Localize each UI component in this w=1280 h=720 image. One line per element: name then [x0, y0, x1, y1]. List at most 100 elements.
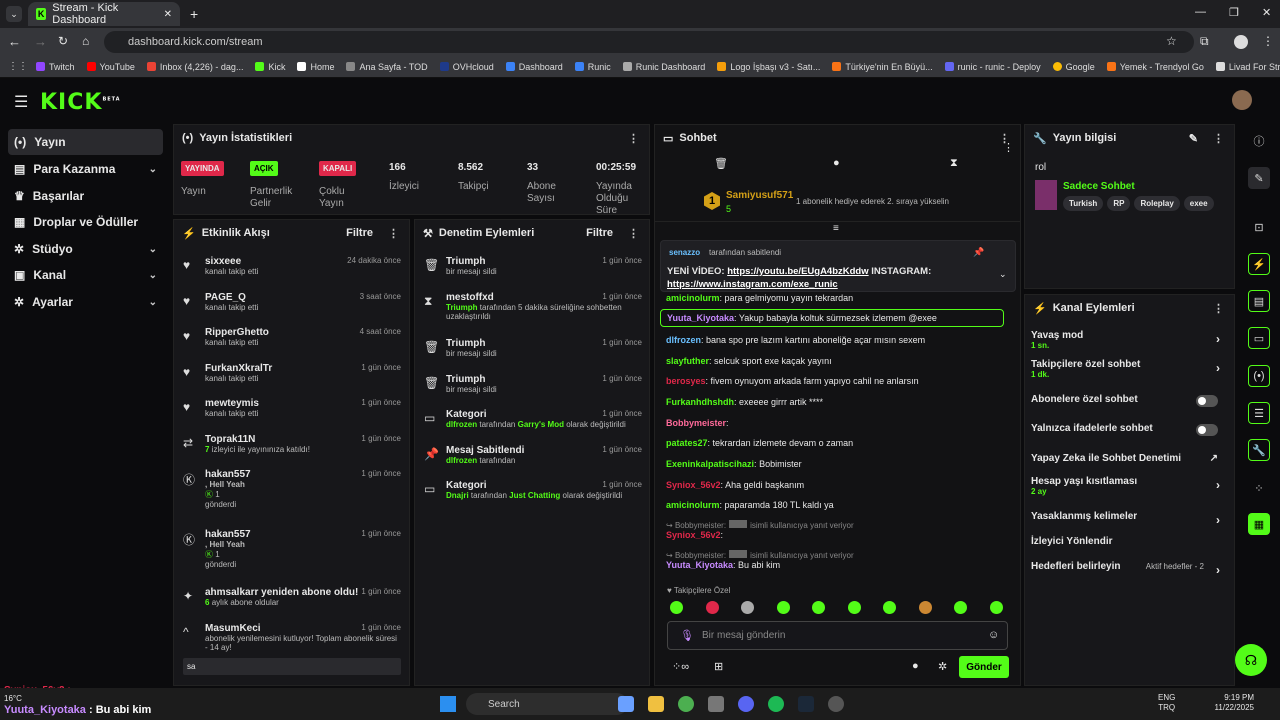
bookmark[interactable]: Türkiye'nin En Büyü...: [832, 62, 933, 72]
chat-bubble-icon[interactable]: ●: [833, 157, 840, 169]
info-icon[interactable]: ⓘ: [1248, 130, 1270, 152]
chat-username[interactable]: Yuuta_Kiyotaka: [666, 560, 733, 570]
more-menu-icon[interactable]: ⋮: [1213, 132, 1224, 145]
more-menu-icon[interactable]: ⋮: [1213, 302, 1224, 315]
chat-message[interactable]: patates27: tekrardan izlemete devam o za…: [666, 438, 853, 448]
nav-item-droplar[interactable]: ▦ Droplar ve Ödüller: [8, 209, 163, 235]
hourglass-icon[interactable]: ⧗: [950, 157, 958, 170]
activity-item[interactable]: ♥ mewteymis 1 gün önce kanalı takip etti: [183, 398, 401, 418]
chat-message[interactable]: amicinolurm: paparamda 180 TL kaldı ya: [666, 500, 834, 510]
pin-icon[interactable]: 📌: [973, 247, 984, 258]
kick-logo[interactable]: KICKBETA: [40, 90, 121, 115]
hamburger-menu-icon[interactable]: ☰: [14, 92, 28, 112]
dots-icon[interactable]: ⁘: [1248, 477, 1270, 499]
moderation-item[interactable]: 🗑 Triumph 1 gün önce bir mesajı sildi: [424, 374, 642, 394]
bookmark[interactable]: Runic Dashboard: [622, 62, 705, 72]
chat-username[interactable]: Bobbymeister: [666, 418, 726, 428]
channel-action-row[interactable]: Hesap yaşı kısıtlaması 2 ay ›: [1031, 476, 1226, 496]
bookmark[interactable]: Logo İşbaşı v3 - Satı...: [717, 62, 820, 72]
points-icon[interactable]: ⁘∞: [672, 660, 689, 673]
emote-icon[interactable]: [847, 601, 861, 614]
reload-icon[interactable]: ↻: [58, 34, 68, 48]
emote-icon[interactable]: [954, 601, 967, 614]
bookmark[interactable]: Yemek - Trendyol Go: [1106, 62, 1204, 72]
category-thumbnail[interactable]: [1035, 180, 1057, 210]
chat-message[interactable]: Exeninkalpatiscihazi: Bobimister: [666, 459, 802, 469]
bookmark[interactable]: Runic: [574, 62, 611, 72]
pinned-link[interactable]: https://youtu.be/EUgA4bzKddw: [727, 266, 868, 277]
layers-icon[interactable]: ☰: [1248, 402, 1270, 424]
chat-username[interactable]: Furkanhdhshdh: [666, 397, 734, 407]
file-explorer-icon[interactable]: [648, 696, 664, 712]
activity-item[interactable]: ♥ PAGE_Q 3 saat önce kanalı takip etti: [183, 292, 401, 312]
moderation-item[interactable]: 📌 Mesaj Sabitlendi 1 gün önce dlfrozen tara…: [424, 445, 642, 465]
pinned-link[interactable]: https://www.instagram.com/exe_runic: [667, 279, 838, 290]
chat-username[interactable]: slayfuther: [666, 356, 709, 366]
gift-icon[interactable]: ⊞: [714, 660, 723, 673]
chat-username[interactable]: amicinolurm: [666, 500, 720, 510]
chat-message[interactable]: Yuuta_Kiyotaka: Yakup babayla koltuk sür…: [660, 309, 1004, 327]
channel-action-row[interactable]: İzleyici Yönlendir: [1031, 536, 1226, 547]
nav-item-kanal[interactable]: ▣ Kanal ⌄: [8, 262, 163, 288]
stream-tag[interactable]: Turkish: [1063, 196, 1104, 211]
moderation-item[interactable]: ▭ Kategori 1 gün önce dlfrozen tarafından G…: [424, 409, 642, 429]
activity-item[interactable]: Ⓚhakan557 1 gün önce, Hell Yeah Ⓚ 1 gönderd…: [183, 469, 401, 509]
copilot-icon[interactable]: [618, 696, 634, 712]
bookmark[interactable]: Dashboard: [505, 62, 563, 72]
moderation-item[interactable]: 🗑 Triumph 1 gün önce bir mesajı sildi: [424, 338, 642, 358]
chevron-down-icon[interactable]: ⌄: [999, 269, 1007, 280]
discord-icon[interactable]: [738, 696, 754, 712]
bookmark[interactable]: Google: [1052, 62, 1095, 72]
send-button[interactable]: Gönder: [959, 656, 1009, 678]
url-field[interactable]: dashboard.kick.com/stream: [104, 31, 1194, 53]
nav-item-yayin[interactable]: (•) Yayın: [8, 129, 163, 155]
moderation-item[interactable]: ⧗ mestoffxd 1 gün önce Triumph tarafından 5…: [424, 292, 642, 321]
nav-item-para-kazanma[interactable]: ▤ Para Kazanma ⌄: [8, 156, 163, 182]
chat-username[interactable]: dlfrozen: [666, 335, 701, 345]
language-indicator[interactable]: ENG TRQ: [1158, 693, 1175, 713]
profile-icon[interactable]: [1234, 35, 1248, 49]
channel-action-row[interactable]: Abonelere özel sohbet: [1031, 394, 1226, 407]
wrench-icon[interactable]: 🔧: [1248, 439, 1270, 461]
channel-action-row[interactable]: Takipçilere özel sohbet 1 dk. ›: [1031, 359, 1226, 379]
tab-list-button[interactable]: ⌄: [6, 6, 22, 22]
bookmark[interactable]: Inbox (4,226) - dag...: [146, 62, 243, 72]
nav-item-studyo[interactable]: ✲ Stüdyo ⌄: [8, 236, 163, 262]
bookmark[interactable]: runic - runic - Deploy: [944, 62, 1041, 72]
activity-item[interactable]: ^ MasumKeci 1 gün önce abonelik yenilemesin…: [183, 623, 401, 675]
filter-button[interactable]: Filtre: [586, 227, 613, 239]
crop-icon[interactable]: ⊡: [1248, 216, 1270, 238]
bookmark[interactable]: Home: [297, 62, 334, 72]
collapse-icon[interactable]: ≡: [833, 223, 839, 234]
bookmark[interactable]: OVHcloud: [439, 62, 494, 72]
maximize-button[interactable]: ❐: [1229, 6, 1239, 19]
chat-username[interactable]: Syniox_56v2: [666, 530, 721, 540]
chat-message[interactable]: slayfuther: selcuk sport exe kaçak yayın…: [666, 356, 832, 366]
spotify-icon[interactable]: [768, 696, 784, 712]
emote-icon[interactable]: [776, 601, 790, 614]
moderation-item[interactable]: 🗑 Triumph 1 gün önce bir mesajı sildi: [424, 256, 642, 276]
minimize-button[interactable]: —: [1195, 6, 1206, 18]
chat-message[interactable]: berosyes: fivem oynuyom arkada farm yapı…: [666, 376, 919, 386]
chat-message[interactable]: ↪ Bobbymeister: isimli kullanıcıya yanıt …: [666, 520, 854, 540]
apps-grid-icon[interactable]: ⋮⋮: [8, 61, 28, 72]
toggle-switch[interactable]: [1196, 424, 1218, 436]
app-icon[interactable]: ▦: [1248, 513, 1270, 535]
edit-pencil-icon[interactable]: ✎: [1189, 132, 1198, 145]
chat-message[interactable]: amicinolurm: para gelmiyomu yayın tekrar…: [666, 293, 853, 303]
bookmark-star-icon[interactable]: ☆: [1166, 34, 1177, 48]
emote-icon[interactable]: [989, 601, 1003, 614]
forward-icon[interactable]: →: [34, 34, 47, 49]
activity-item[interactable]: Ⓚhakan557 1 gün önce, Hell Yeah Ⓚ 1 gönderd…: [183, 529, 401, 569]
chat-username[interactable]: amicinolurm: [666, 293, 720, 303]
app-icon[interactable]: [708, 696, 724, 712]
activity-item[interactable]: ♥ FurkanXkralTr 1 gün önce kanalı takip ett…: [183, 363, 401, 383]
emote-icon[interactable]: [918, 601, 932, 614]
more-menu-icon[interactable]: ⋮: [388, 227, 399, 240]
settings-gear-icon[interactable]: ✲: [938, 660, 947, 673]
broadcast-icon[interactable]: (•): [1248, 365, 1270, 387]
back-icon[interactable]: ←: [8, 34, 21, 49]
chat-message[interactable]: ↪ Bobbymeister: isimli kullanıcıya yanıt …: [666, 550, 854, 570]
windows-start-icon[interactable]: [440, 696, 456, 712]
chat-message[interactable]: Furkanhdhshdh: exeeee girrr artik ****: [666, 397, 823, 407]
